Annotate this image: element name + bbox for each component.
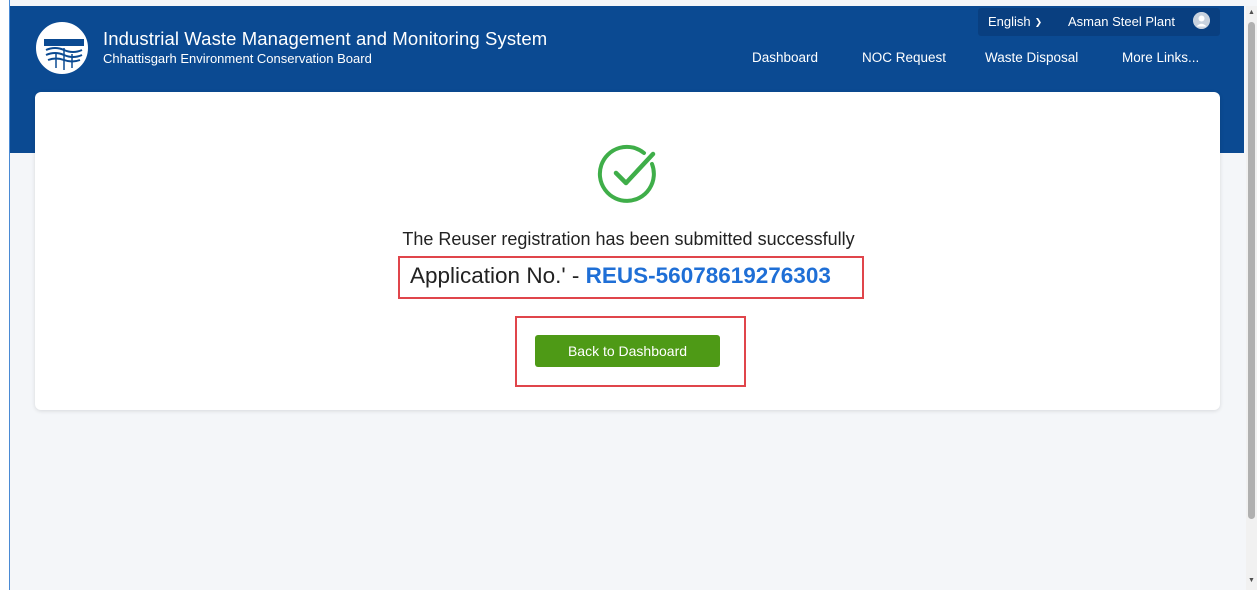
nav-more-links[interactable]: More Links... [1122, 50, 1199, 65]
user-menu[interactable]: Asman Steel Plant [1068, 14, 1175, 29]
check-circle-icon [597, 143, 659, 205]
language-label: English [988, 14, 1031, 29]
nav-dashboard[interactable]: Dashboard [752, 50, 818, 65]
nav-noc-request[interactable]: NOC Request [862, 50, 946, 65]
language-selector[interactable]: English ❯ [988, 14, 1042, 29]
nav-waste-disposal[interactable]: Waste Disposal [985, 50, 1078, 65]
chevron-down-icon: ❯ [1034, 17, 1043, 27]
application-number-line: Application No.' - REUS-56078619276303 [410, 263, 831, 289]
scrollbar-thumb[interactable] [1248, 22, 1255, 519]
user-avatar-icon[interactable] [1193, 12, 1210, 29]
app-title: Industrial Waste Management and Monitori… [103, 28, 548, 49]
scroll-down-arrow-icon[interactable]: ▼ [1247, 576, 1256, 586]
application-number-label: Application No.' - [410, 263, 580, 288]
application-number: REUS-56078619276303 [585, 263, 831, 288]
back-to-dashboard-button[interactable]: Back to Dashboard [535, 335, 720, 367]
scroll-up-arrow-icon[interactable]: ▲ [1247, 8, 1256, 18]
cecb-logo-icon[interactable] [36, 22, 88, 74]
app-subtitle: Chhattisgarh Environment Conservation Bo… [103, 51, 372, 66]
success-message: The Reuser registration has been submitt… [402, 229, 855, 249]
window-left-edge [0, 0, 10, 590]
